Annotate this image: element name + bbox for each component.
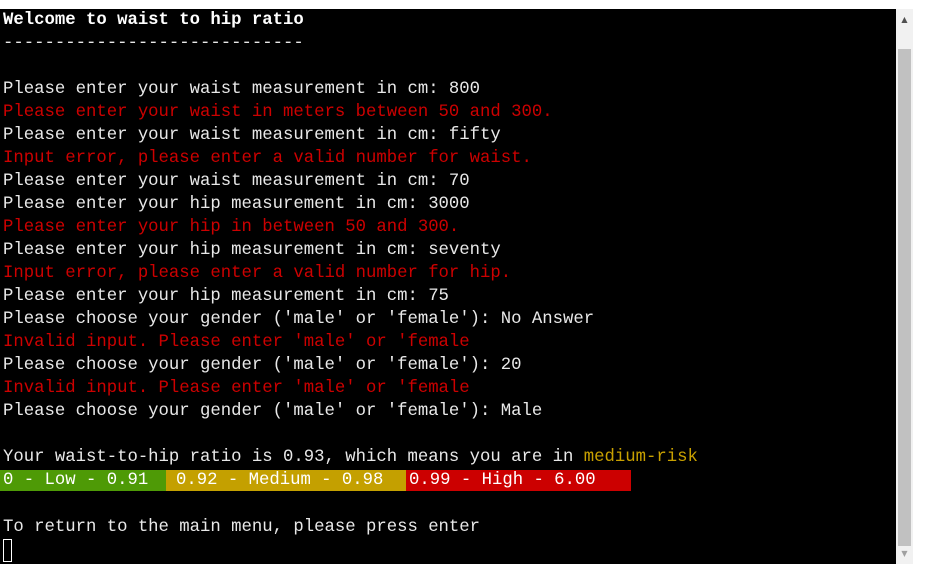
- vertical-scrollbar[interactable]: ▲ ▼: [896, 9, 913, 564]
- gender-input-error: Invalid input. Please enter 'male' or 'f…: [3, 379, 470, 398]
- result-line: Your waist-to-hip ratio is 0.93, which m…: [3, 446, 698, 469]
- scroll-up-arrow-icon[interactable]: ▲: [896, 11, 913, 28]
- waist-range-error: Please enter your waist in meters betwee…: [3, 103, 553, 122]
- title-divider: -----------------------------: [3, 34, 304, 53]
- gender-input-error: Invalid input. Please enter 'male' or 'f…: [3, 333, 470, 352]
- medium-risk-band: 0.92 - Medium - 0.98: [166, 470, 416, 491]
- text-cursor[interactable]: [3, 539, 12, 562]
- waist-input-error: Input error, please enter a valid number…: [3, 149, 532, 168]
- risk-level: medium-risk: [583, 448, 698, 467]
- gender-prompt-line: Please choose your gender ('male' or 'fe…: [3, 310, 595, 329]
- hip-input-error: Input error, please enter a valid number…: [3, 264, 512, 283]
- risk-scale: 0 - Low - 0.91 0.92 - Medium - 0.98 0.99…: [0, 470, 896, 493]
- scroll-down-arrow-icon[interactable]: ▼: [896, 545, 913, 562]
- waist-prompt-line: Please enter your waist measurement in c…: [3, 80, 481, 99]
- hip-prompt-line: Please enter your hip measurement in cm:…: [3, 195, 470, 214]
- gender-prompt-line: Please choose your gender ('male' or 'fe…: [3, 356, 522, 375]
- gender-prompt-line: Please choose your gender ('male' or 'fe…: [3, 402, 543, 421]
- waist-prompt-line: Please enter your waist measurement in c…: [3, 126, 501, 145]
- hip-prompt-line: Please enter your hip measurement in cm:…: [3, 287, 449, 306]
- hip-range-error: Please enter your hip in between 50 and …: [3, 218, 460, 237]
- low-risk-band: 0 - Low - 0.91: [0, 470, 169, 491]
- hip-prompt-line: Please enter your hip measurement in cm:…: [3, 241, 501, 260]
- result-text: Your waist-to-hip ratio is 0.93, which m…: [3, 448, 584, 467]
- scrollbar-thumb[interactable]: [898, 49, 911, 546]
- return-prompt: To return to the main menu, please press…: [3, 518, 481, 537]
- terminal-output[interactable]: Welcome to waist to hip ratio ----------…: [0, 9, 896, 564]
- terminal-title: Welcome to waist to hip ratio: [3, 11, 304, 30]
- waist-prompt-line: Please enter your waist measurement in c…: [3, 172, 470, 191]
- high-risk-band: 0.99 - High - 6.00: [406, 470, 631, 491]
